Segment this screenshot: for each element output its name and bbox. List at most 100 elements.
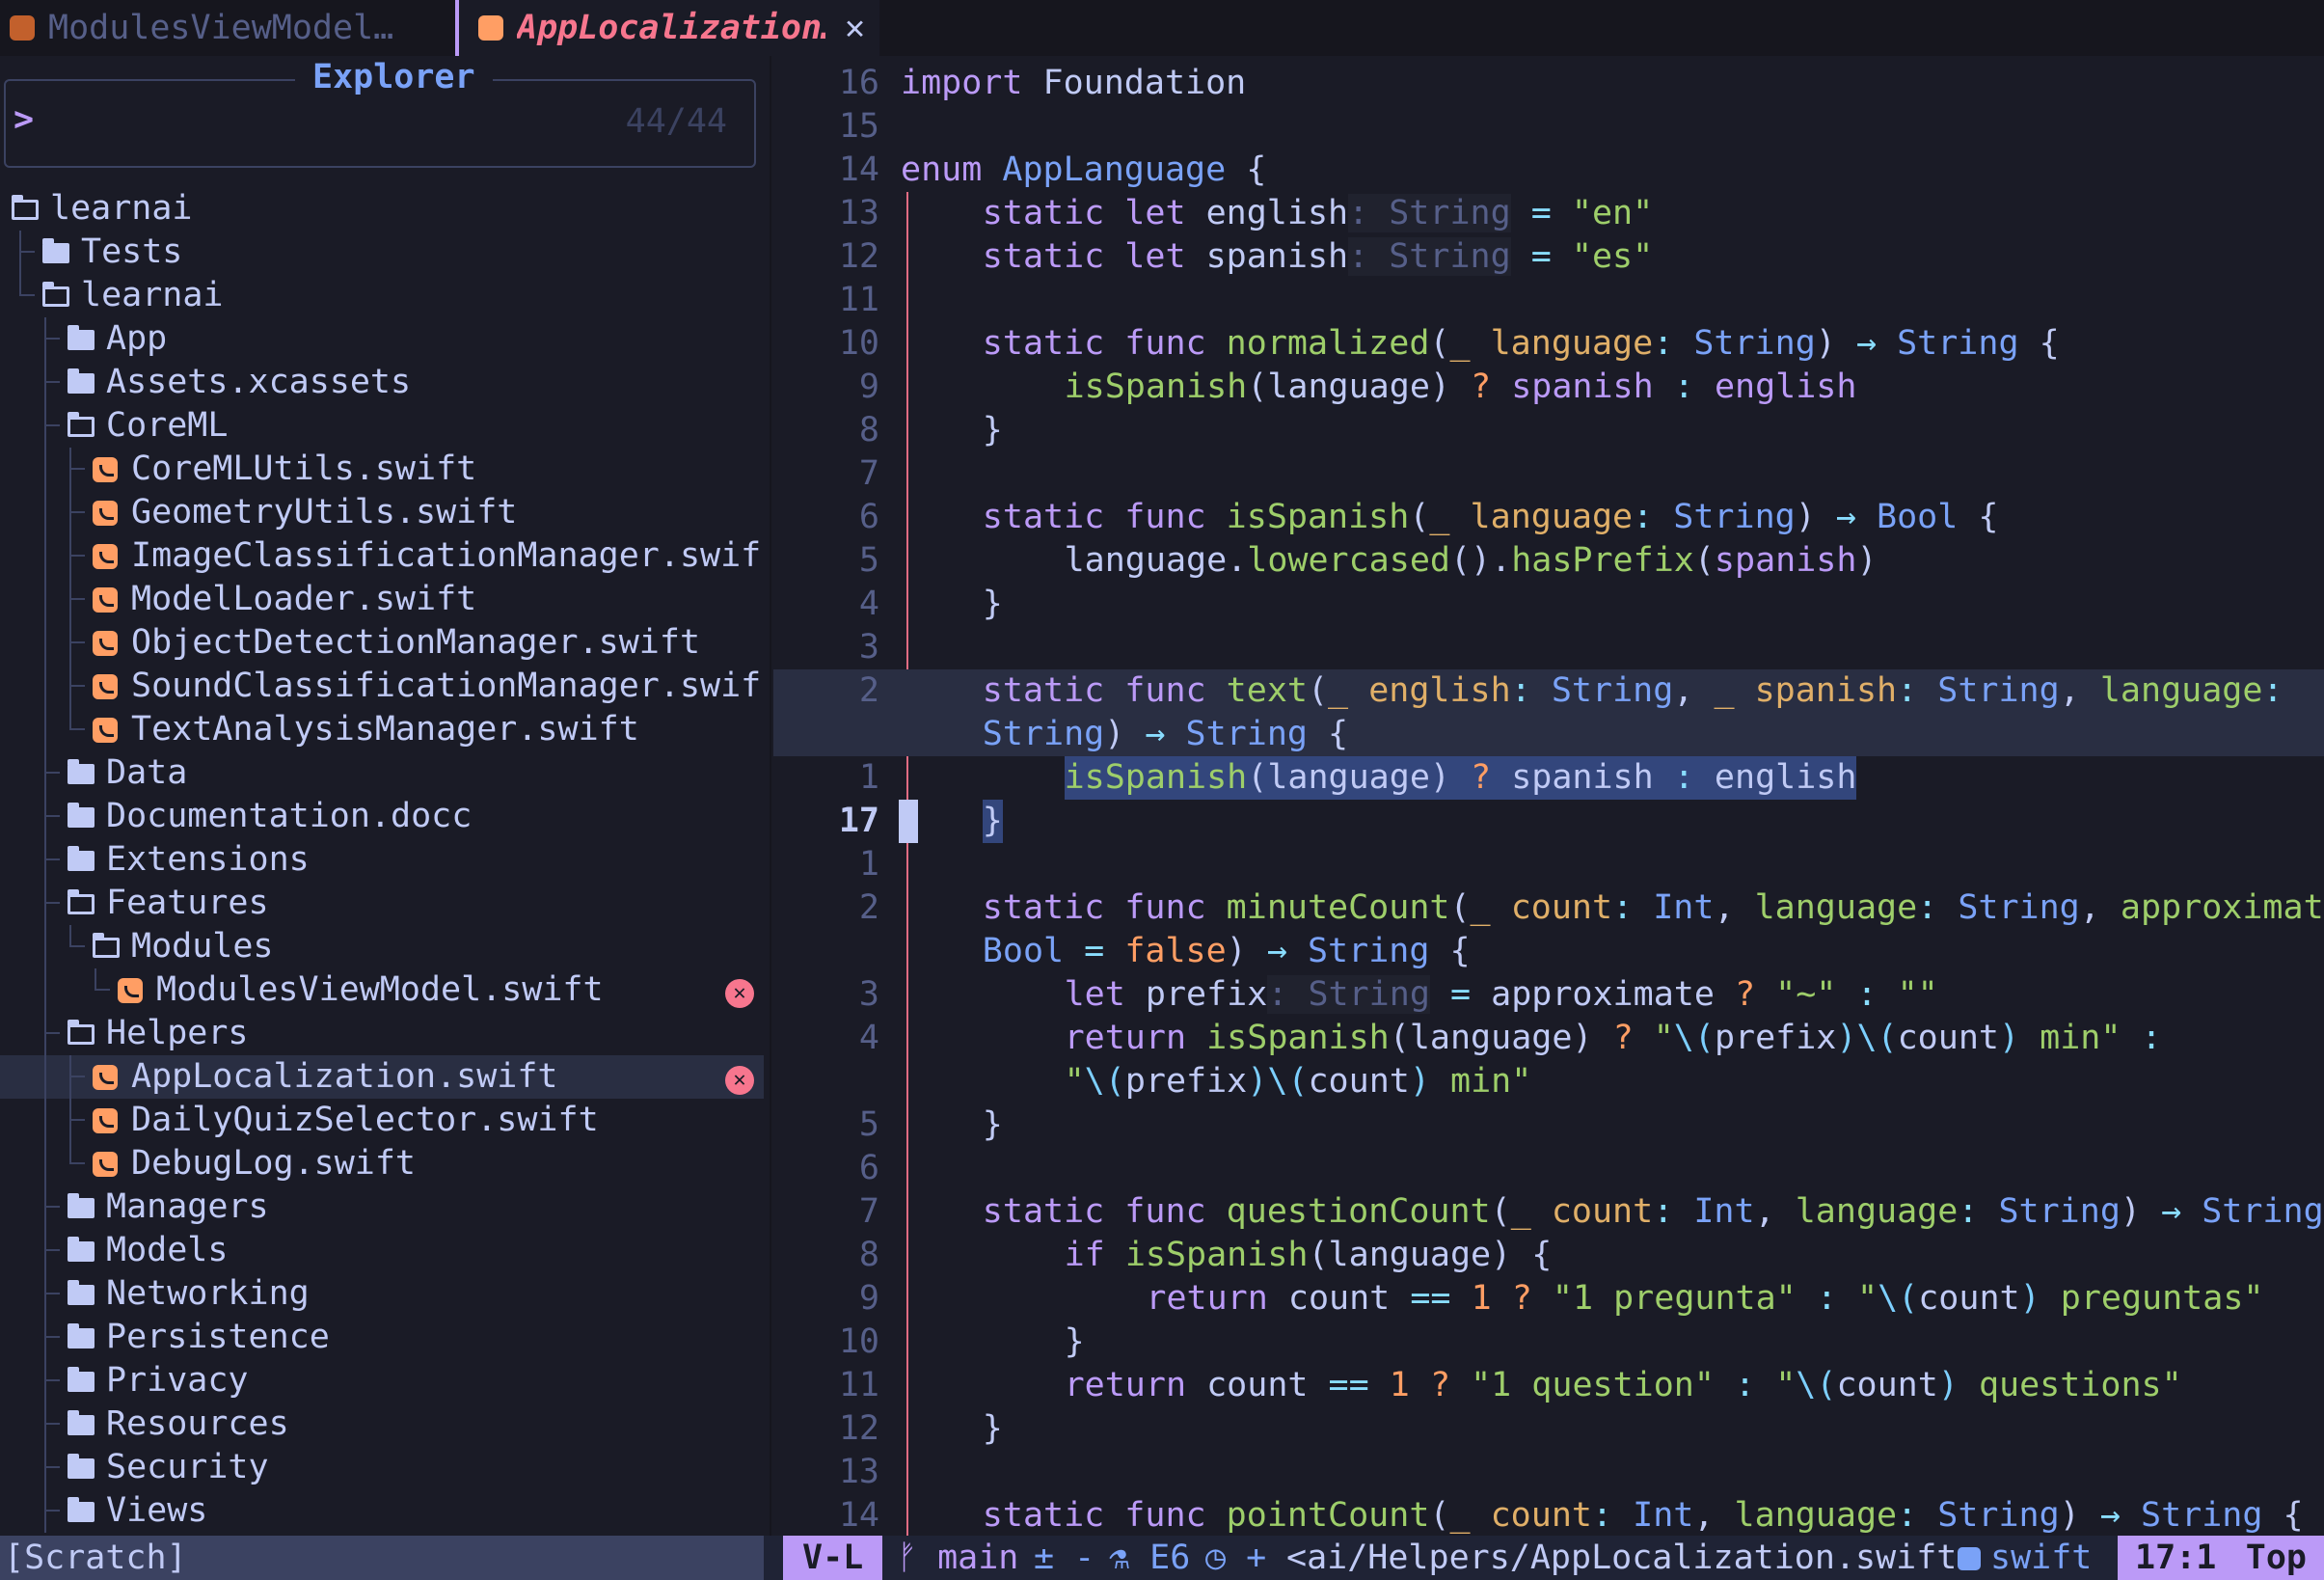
tree-file[interactable]: CoreMLUtils.swift (0, 448, 771, 491)
tree-folder[interactable]: Tests (0, 231, 771, 274)
tree-folder[interactable]: Documentation.docc (0, 795, 771, 838)
tree-item-label: learnai (50, 189, 193, 228)
code-line[interactable]: 4} (773, 583, 2324, 626)
tree-item-label: Networking (106, 1274, 310, 1313)
tree-file[interactable]: GeometryUtils.swift (0, 491, 771, 534)
code-line[interactable]: 8 if isSpanish(language) { (773, 1234, 2324, 1277)
code-token: "1 pregunta" (1552, 1279, 1797, 1318)
tree-file[interactable]: DailyQuizSelector.swift (0, 1099, 771, 1142)
tree-folder[interactable]: Networking (0, 1272, 771, 1316)
code-line[interactable]: 10} (773, 1321, 2324, 1364)
code-token: questionCount (1226, 1192, 1491, 1231)
tree-item-label: Extensions (106, 840, 310, 879)
tree-folder[interactable]: Security (0, 1446, 771, 1489)
tree-folder[interactable]: Privacy (0, 1359, 771, 1403)
tree-folder[interactable]: Features (0, 882, 771, 925)
tree-folder[interactable]: Helpers (0, 1012, 771, 1055)
code-token: " (1064, 1062, 1085, 1101)
close-tab-icon[interactable]: ✕ (845, 9, 865, 47)
code-line[interactable]: 5} (773, 1103, 2324, 1147)
code-token: : (1612, 888, 1654, 927)
tree-branch (44, 381, 60, 383)
tree-folder[interactable]: Managers (0, 1185, 771, 1229)
tree-folder[interactable]: Extensions (0, 838, 771, 882)
code-line[interactable]: 7 (773, 452, 2324, 496)
code-line[interactable]: 9 isSpanish(language) ? spanish : english (773, 366, 2324, 409)
tree-file[interactable]: TextAnalysisManager.swift (0, 708, 771, 751)
folder-open-icon (12, 195, 39, 220)
tree-file[interactable]: ModulesViewModel.swift ✕ (0, 968, 771, 1012)
code-line[interactable]: 15 (773, 105, 2324, 149)
code-line[interactable]: String) → String { (773, 713, 2324, 756)
code-token: : (1673, 368, 1694, 406)
code-line[interactable]: 12} (773, 1407, 2324, 1451)
code-token: { (2018, 324, 2060, 363)
tree-file[interactable]: SoundClassificationManager.swif (0, 665, 771, 708)
tree-folder[interactable]: Persistence (0, 1316, 771, 1359)
code-line[interactable]: 7 static func questionCount(_ count: Int,… (773, 1190, 2324, 1234)
code-line[interactable]: 11 return count == 1 ? "1 question" : "\(… (773, 1364, 2324, 1407)
code-token: isSpanish (1206, 1019, 1390, 1057)
tree-folder[interactable]: Resources (0, 1403, 771, 1446)
folder-open-icon (93, 933, 120, 958)
tree-file[interactable]: AppLocalization.swift ✕ (0, 1055, 764, 1099)
swift-icon (1958, 1547, 1981, 1570)
code-token: ? (1612, 1019, 1634, 1057)
tree-file[interactable]: DebugLog.swift (0, 1142, 771, 1185)
code-line[interactable]: 9 return count == 1 ? "1 pregunta" : "\(c… (773, 1277, 2324, 1321)
tree-folder[interactable]: Views (0, 1489, 771, 1533)
code-line[interactable]: 14 static func pointCount(_ count: Int, l… (773, 1494, 2324, 1538)
code-line[interactable]: 14 enum AppLanguage { (773, 149, 2324, 192)
code-token: english (1714, 368, 1857, 406)
code-token: count (1918, 1279, 2020, 1318)
tree-file[interactable]: ObjectDetectionManager.swift (0, 621, 771, 665)
code-line[interactable]: 13 static let english: String = "en" (773, 192, 2324, 235)
code-line[interactable]: 11 (773, 279, 2324, 322)
tree-folder[interactable]: App (0, 317, 771, 361)
code-line[interactable]: "\(prefix)\(count) min" (773, 1060, 2324, 1103)
code-line[interactable]: 2 static func minuteCount(_ count: Int, l… (773, 886, 2324, 930)
code-line[interactable]: 8} (773, 409, 2324, 452)
code-token: ) (1104, 715, 1146, 753)
code-line[interactable]: 6 static func isSpanish(_ language: Strin… (773, 496, 2324, 539)
tree-item-label: learnai (81, 276, 224, 314)
code-editor[interactable]: 16 import Foundation 15 14 enum AppLanguage … (773, 56, 2324, 1580)
code-line[interactable]: 2 static func text(_ english: String, _ s… (773, 669, 2324, 713)
code-line[interactable]: 13 (773, 1451, 2324, 1494)
tree-file[interactable]: ModelLoader.swift (0, 578, 771, 621)
folder-icon (68, 1367, 95, 1392)
tree-file[interactable]: ImageClassificationManager.swif (0, 534, 771, 578)
code-token: String (982, 715, 1105, 753)
code-line[interactable]: 12 static let spanish: String = "es" (773, 235, 2324, 279)
code-token: ? (1471, 368, 1492, 406)
code-token: Bool (982, 932, 1065, 970)
code-line[interactable]: 1 (773, 843, 2324, 886)
line-number: 8 (858, 1236, 879, 1274)
code-line[interactable]: 1 isSpanish(language) ? spanish : english (773, 756, 2324, 800)
tab-modules-view-model[interactable]: ModulesViewModel… (10, 0, 434, 56)
code-line[interactable]: 4 return isSpanish(language) ? "\(prefix)… (773, 1017, 2324, 1060)
line-number: 5 (858, 1105, 879, 1144)
tree-folder[interactable]: Models (0, 1229, 771, 1272)
code-token: hasPrefix (1511, 541, 1694, 580)
tree-branch (44, 1510, 60, 1512)
line-number: 8 (858, 411, 879, 449)
code-line[interactable]: 10 static func normalized(_ language: Str… (773, 322, 2324, 366)
tree-folder[interactable]: CoreML (0, 404, 771, 448)
tree-folder[interactable]: Assets.xcassets (0, 361, 771, 404)
tree-folder[interactable]: Data (0, 751, 771, 795)
code-line[interactable]: 3 (773, 626, 2324, 669)
code-line[interactable]: 3 let prefix: String = approximate ? "~" … (773, 973, 2324, 1017)
code-token: : (1510, 671, 1552, 710)
code-line[interactable]: 16 import Foundation (773, 62, 2324, 105)
tree-folder[interactable]: Modules (0, 925, 771, 968)
code-line[interactable]: Bool = false) → String { (773, 930, 2324, 973)
code-line[interactable]: 17} (773, 800, 2324, 843)
code-line[interactable]: 5 language.lowercased().hasPrefix(spanish… (773, 539, 2324, 583)
tab-app-localization[interactable]: AppLocalization… ✕ (455, 0, 879, 56)
tree-folder[interactable]: learnai (0, 274, 771, 317)
code-line[interactable]: 6 (773, 1147, 2324, 1190)
tree-folder[interactable]: learnai (0, 187, 771, 231)
